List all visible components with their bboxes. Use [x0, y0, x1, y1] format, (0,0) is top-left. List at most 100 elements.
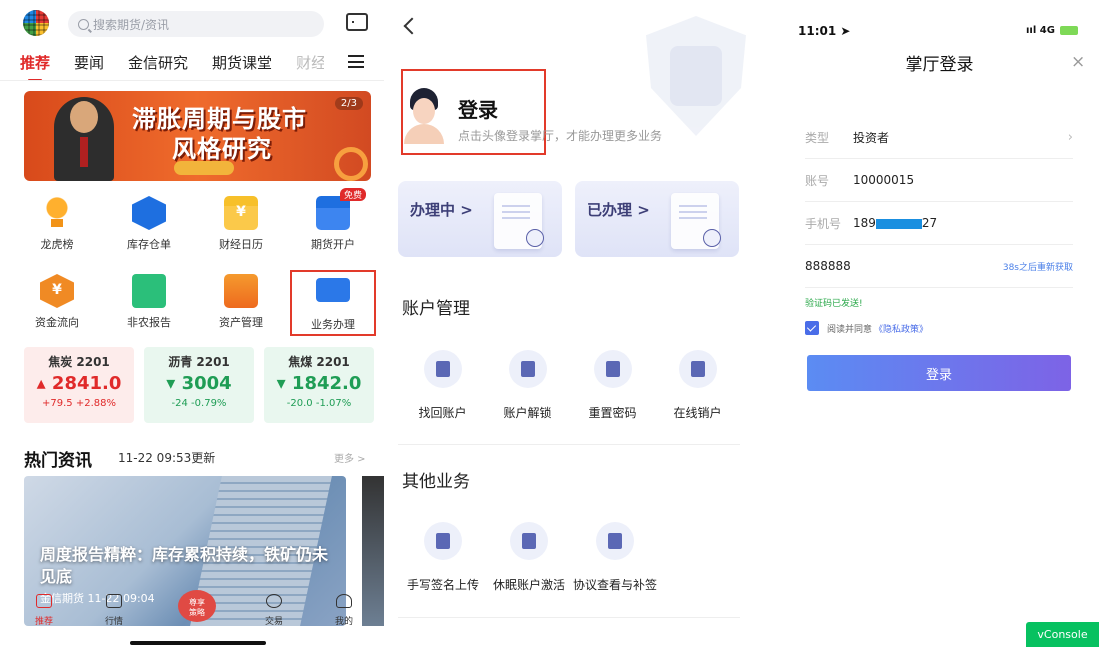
quote-cards: 焦炭 2201 ▴ 2841.0 +79.5 +2.88% 沥青 2201 ▾ … — [24, 347, 374, 423]
banner-title-line2: 风格研究 — [172, 135, 272, 163]
privacy-policy-link[interactable]: 《隐私政策》 — [874, 322, 928, 335]
redaction-mask — [875, 218, 922, 229]
message-icon[interactable] — [346, 13, 368, 31]
nav-trade[interactable]: 交易 — [254, 592, 294, 628]
phone-field[interactable]: 手机号 189 27 — [805, 202, 1073, 245]
battery-icon — [1060, 25, 1079, 35]
back-chevron-icon[interactable] — [403, 17, 421, 35]
user-icon — [336, 594, 352, 608]
grid-label: 业务办理 — [311, 318, 355, 331]
action-signature-upload[interactable]: 手写签名上传 — [400, 522, 486, 602]
action-close-account[interactable]: 在线销户 — [655, 350, 740, 430]
grid-item-asset-mgmt[interactable]: 资产管理 — [198, 270, 284, 336]
card-completed[interactable]: 已办理 > — [575, 181, 739, 257]
check-doc-icon — [510, 522, 548, 560]
account-field[interactable]: 账号 10000015 — [805, 159, 1073, 202]
phone-value: 189 27 — [853, 216, 938, 230]
grid-label: 资金流向 — [35, 316, 79, 329]
unlock-icon — [508, 350, 547, 388]
grid-item-warehouse[interactable]: 库存仓单 — [106, 192, 192, 258]
chevron-right-icon: › — [1067, 129, 1073, 145]
calendar-icon: ¥ — [224, 196, 258, 230]
nav-market[interactable]: 行情 — [94, 592, 134, 628]
grid-label: 资产管理 — [219, 316, 263, 329]
quote-change: -24 -0.79% — [171, 398, 227, 409]
news-more-link[interactable]: 更多 > — [334, 450, 366, 465]
quote-card-asphalt[interactable]: 沥青 2201 ▾ 3004 -24 -0.79% — [144, 347, 254, 423]
tab-news[interactable]: 要闻 — [74, 52, 104, 73]
news-card-next[interactable] — [362, 476, 384, 626]
news-updated: 11-22 09:53更新 — [118, 451, 216, 465]
grid-label: 期货开户 — [311, 238, 355, 251]
field-label: 手机号 — [805, 216, 842, 231]
grid-label: 库存仓单 — [127, 238, 171, 251]
agree-checkbox[interactable] — [805, 321, 819, 335]
account-value: 10000015 — [853, 173, 915, 187]
grid-item-business[interactable]: 业务办理 — [290, 270, 376, 336]
tab-divider — [0, 80, 384, 81]
quote-price: ▾ 1842.0 — [276, 373, 362, 394]
strategy-float-button[interactable]: 尊享 策略 — [178, 590, 216, 622]
grid-label: 财经日历 — [219, 238, 263, 251]
action-unlock-account[interactable]: 账户解锁 — [485, 350, 570, 430]
feature-grid-row1: 龙虎榜 库存仓单 ¥ 财经日历 免费 期货开户 — [14, 188, 376, 258]
quote-price: ▾ 3004 — [166, 373, 232, 394]
top-tabs: 推荐 要闻 金信研究 期货课堂 财经 — [20, 50, 376, 81]
grid-label: 龙虎榜 — [40, 238, 74, 251]
presenter-image — [54, 97, 114, 181]
action-recover-account[interactable]: 找回账户 — [400, 350, 485, 430]
agreement-row: 阅读并同意 《隐私政策》 — [805, 321, 928, 335]
avatar[interactable] — [404, 88, 444, 144]
search-input[interactable]: 搜索期货/资讯 — [68, 11, 324, 37]
banner-page-indicator: 2/3 — [334, 97, 363, 110]
check-icon — [703, 229, 721, 247]
code-field[interactable]: 888888 38s之后重新获取 — [805, 245, 1073, 288]
tab-classroom[interactable]: 期货课堂 — [212, 52, 272, 73]
nav-mine[interactable]: 我的 — [324, 592, 364, 628]
quote-change: -20.0 -1.07% — [286, 398, 352, 409]
action-agreement-review[interactable]: 协议查看与补签 — [572, 522, 658, 602]
login-title[interactable]: 登录 — [458, 94, 498, 123]
tab-recommend[interactable]: 推荐 — [20, 52, 50, 81]
section-divider — [398, 444, 740, 445]
code-value: 888888 — [805, 259, 851, 273]
report-icon — [132, 274, 166, 308]
action-reset-password[interactable]: 重置密码 — [570, 350, 655, 430]
status-time: 11:01 ➤ — [798, 24, 851, 38]
action-dormant-activate[interactable]: 休眠账户激活 — [486, 522, 572, 602]
grid-item-nonfarm[interactable]: 非农报告 — [106, 270, 192, 336]
login-button[interactable]: 登录 — [807, 355, 1071, 391]
section-divider — [398, 617, 740, 618]
card-in-progress[interactable]: 办理中 > — [398, 181, 562, 257]
quote-card-coking-coal[interactable]: 焦煤 2201 ▾ 1842.0 -20.0 -1.07% — [264, 347, 374, 423]
type-value: 投资者 — [853, 130, 890, 145]
sms-sent-notice: 验证码已发送! — [805, 299, 863, 309]
account-actions: 找回账户 账户解锁 重置密码 在线销户 — [400, 350, 740, 430]
quote-card-coke[interactable]: 焦炭 2201 ▴ 2841.0 +79.5 +2.88% — [24, 347, 134, 423]
grid-item-dragon-tiger[interactable]: 龙虎榜 — [14, 192, 100, 258]
trade-icon — [266, 594, 282, 608]
pen-icon — [424, 522, 462, 560]
resend-code-link[interactable]: 38s之后重新获取 — [1003, 260, 1073, 273]
field-label: 账号 — [805, 173, 830, 188]
other-actions: 手写签名上传 休眠账户激活 协议查看与补签 — [400, 522, 740, 602]
home-indicator — [130, 641, 266, 645]
banner-pill — [174, 161, 234, 175]
close-icon[interactable]: × — [1071, 52, 1085, 72]
close-account-icon — [678, 350, 717, 388]
trophy-icon — [40, 196, 74, 230]
nav-recommend[interactable]: 推荐 — [24, 592, 64, 628]
tab-research[interactable]: 金信研究 — [128, 52, 188, 73]
grid-item-open-account[interactable]: 免费 期货开户 — [290, 188, 376, 258]
type-field[interactable]: 类型 投资者 › — [805, 116, 1073, 159]
grid-item-calendar[interactable]: ¥ 财经日历 — [198, 192, 284, 258]
grid-item-capital-flow[interactable]: ¥ 资金流向 — [14, 270, 100, 336]
menu-icon[interactable] — [348, 55, 364, 68]
promo-banner[interactable]: 滞胀周期与股市 风格研究 2/3 — [24, 91, 371, 181]
home-screen: 搜索期货/资讯 推荐 要闻 金信研究 期货课堂 财经 滞胀周期与股市 风格研究 … — [0, 0, 384, 647]
home-icon — [36, 594, 52, 608]
news-heading: 热门资讯 — [24, 451, 92, 471]
tab-finance[interactable]: 财经 — [296, 52, 324, 73]
vconsole-button[interactable]: vConsole — [1026, 622, 1099, 647]
quote-name: 沥青 2201 — [168, 355, 230, 369]
